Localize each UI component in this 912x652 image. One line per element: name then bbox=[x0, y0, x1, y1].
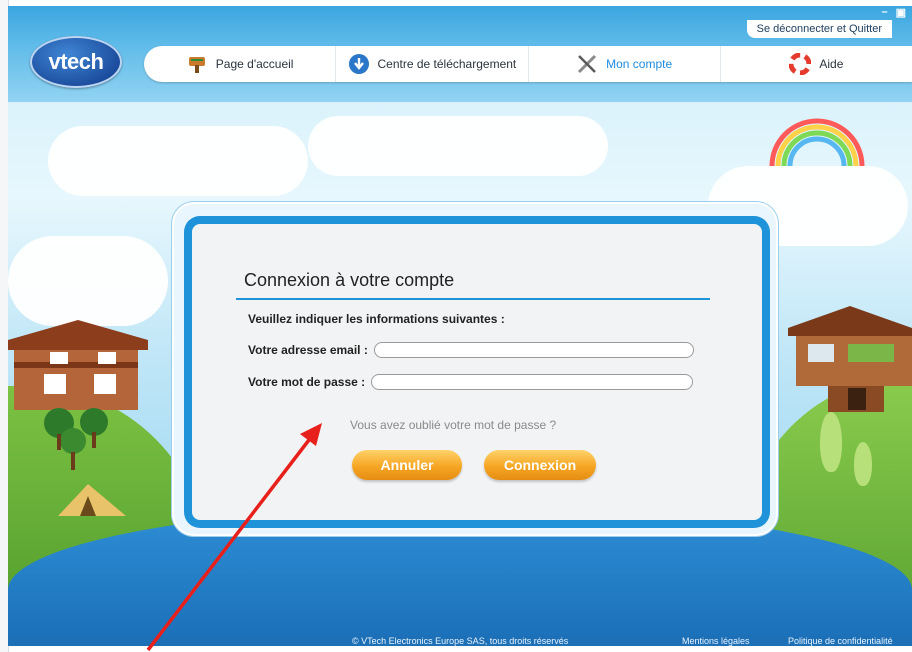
vtech-app-window: – ▣ Se déconnecter et Quitter vtech Page… bbox=[8, 6, 912, 646]
nav-home[interactable]: Page d'accueil bbox=[144, 46, 337, 82]
footer-bar: © VTech Electronics Europe SAS, tous dro… bbox=[8, 636, 912, 646]
password-label: Votre mot de passe : bbox=[248, 375, 366, 389]
copyright-text: © VTech Electronics Europe SAS, tous dro… bbox=[352, 636, 569, 646]
main-nav: Page d'accueil Centre de téléchargement … bbox=[144, 46, 912, 82]
password-field[interactable] bbox=[371, 374, 694, 390]
cloud bbox=[48, 126, 308, 196]
privacy-policy-link[interactable]: Politique de confidentialité bbox=[788, 636, 893, 646]
left-chalet-image bbox=[8, 320, 148, 410]
email-label: Votre adresse email : bbox=[248, 343, 368, 357]
nav-help[interactable]: Aide bbox=[721, 46, 912, 82]
login-form: Connexion à votre compte Veuillez indiqu… bbox=[192, 224, 762, 520]
legal-notice-link[interactable]: Mentions légales bbox=[682, 636, 750, 646]
tree bbox=[60, 428, 86, 454]
nav-my-account[interactable]: Mon compte bbox=[529, 46, 721, 82]
tree bbox=[820, 412, 842, 472]
login-dialog-border: Connexion à votre compte Veuillez indiqu… bbox=[184, 216, 770, 528]
email-row: Votre adresse email : bbox=[248, 342, 694, 358]
password-row: Votre mot de passe : bbox=[248, 374, 694, 390]
top-header: – ▣ Se déconnecter et Quitter vtech Page… bbox=[8, 6, 912, 102]
tent-image bbox=[58, 484, 126, 516]
vtech-logo: vtech bbox=[30, 36, 122, 88]
minimize-button[interactable]: – bbox=[881, 6, 887, 20]
download-icon bbox=[348, 53, 370, 75]
forgot-password-link[interactable]: Vous avez oublié votre mot de passe ? bbox=[350, 418, 556, 432]
logout-quit-link[interactable]: Se déconnecter et Quitter bbox=[746, 20, 892, 38]
tree bbox=[854, 442, 872, 486]
window-controls: – ▣ bbox=[881, 6, 906, 20]
house-sign-icon bbox=[186, 53, 208, 75]
connect-button[interactable]: Connexion bbox=[484, 450, 596, 480]
dialog-title: Connexion à votre compte bbox=[244, 270, 455, 290]
email-field[interactable] bbox=[373, 342, 694, 358]
cloud bbox=[308, 116, 608, 176]
login-dialog: Connexion à votre compte Veuillez indiqu… bbox=[172, 202, 778, 536]
right-chalet-image bbox=[788, 306, 912, 412]
cloud bbox=[8, 236, 168, 326]
rainbow-image bbox=[769, 118, 865, 167]
tools-icon bbox=[576, 53, 598, 75]
cancel-button[interactable]: Annuler bbox=[352, 450, 462, 480]
maximize-button[interactable]: ▣ bbox=[896, 6, 906, 20]
lifebuoy-icon bbox=[789, 53, 812, 75]
title-divider bbox=[236, 298, 710, 300]
form-instructions: Veuillez indiquer les informations suiva… bbox=[248, 312, 505, 326]
nav-download-center[interactable]: Centre de téléchargement bbox=[336, 46, 529, 82]
